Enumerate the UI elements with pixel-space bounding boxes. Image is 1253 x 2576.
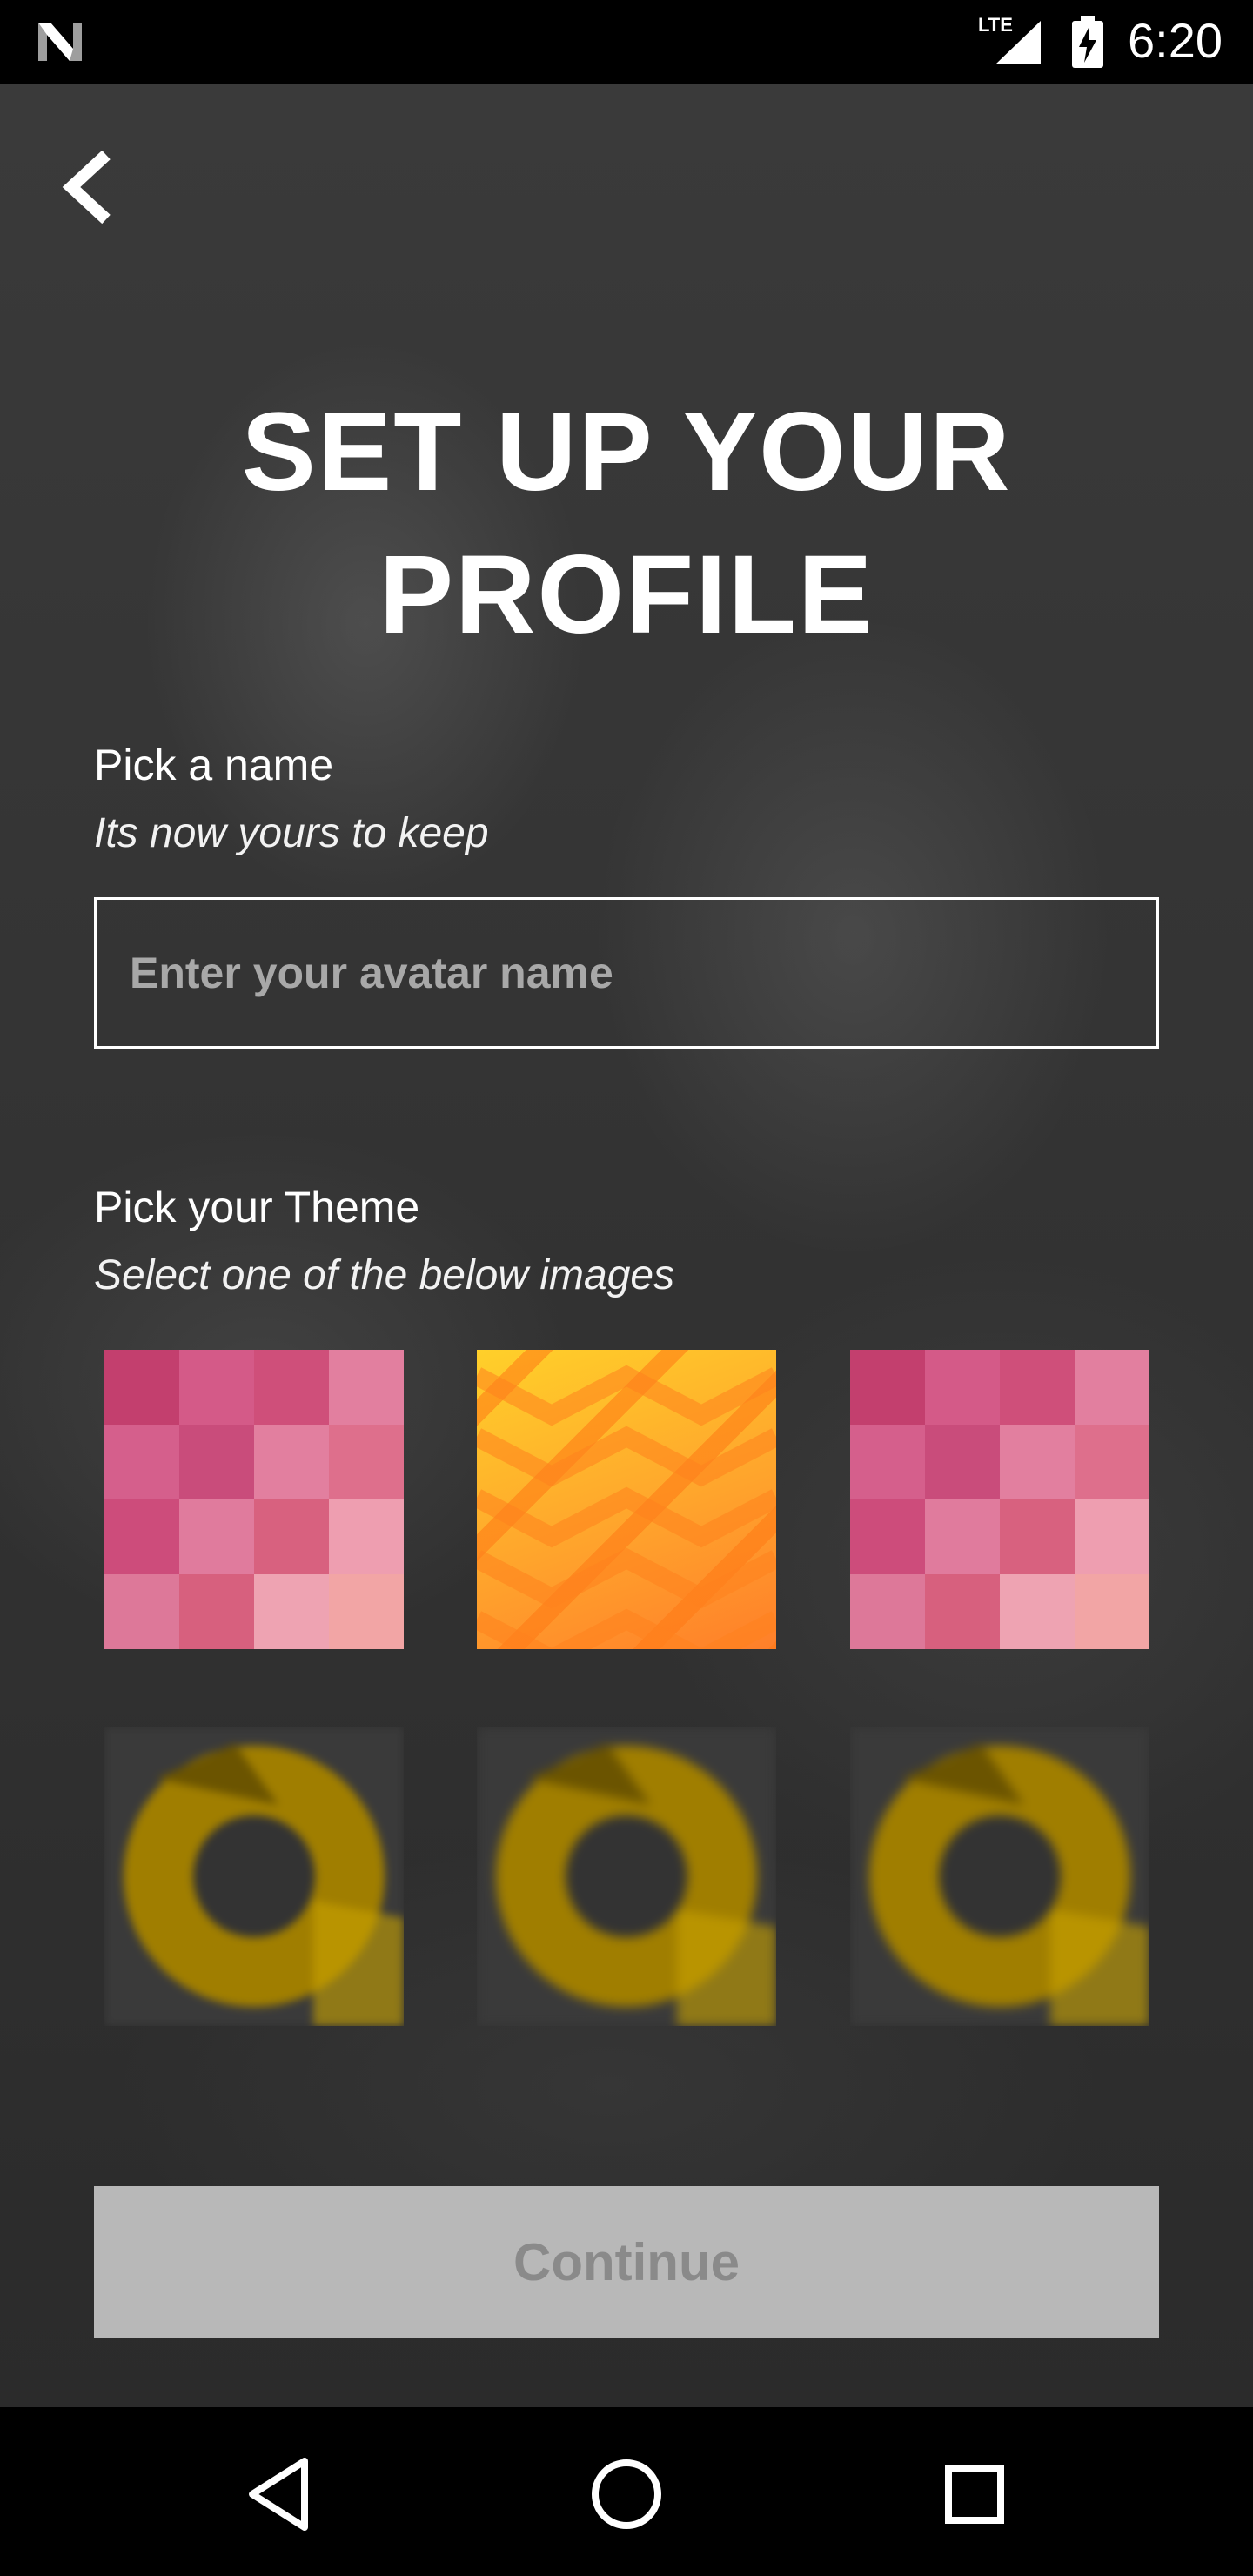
signal-icon: [995, 21, 1041, 64]
theme-tile-pink-1[interactable]: [104, 1350, 404, 1649]
loading-placeholder-icon: [477, 1727, 776, 2026]
name-section-label: Pick a name: [94, 741, 334, 789]
theme-tile-loading-1[interactable]: [104, 1727, 404, 2026]
theme-section-subtitle: Select one of the below images: [94, 1252, 675, 1298]
theme-tile-pink-2[interactable]: [850, 1350, 1149, 1649]
back-button[interactable]: [57, 148, 118, 226]
status-bar: LTE 6:20: [0, 0, 1253, 84]
theme-section-label: Pick your Theme: [94, 1183, 420, 1231]
theme-tile-loading-2[interactable]: [477, 1727, 776, 2026]
loading-placeholder-icon: [104, 1727, 404, 2026]
home-circle-icon[interactable]: [574, 2442, 679, 2546]
clock-time: 6:20: [1128, 13, 1223, 68]
name-section-subtitle: Its now yours to keep: [94, 810, 489, 856]
title-line-2: PROFILE: [379, 533, 874, 657]
navigation-bar: [0, 2407, 1253, 2576]
recents-square-icon[interactable]: [922, 2442, 1027, 2546]
avatar-name-input[interactable]: [94, 897, 1159, 1049]
page-title: SET UP YOUR PROFILE: [0, 381, 1253, 667]
loading-placeholder-icon: [850, 1727, 1149, 2026]
back-triangle-icon[interactable]: [228, 2442, 332, 2546]
theme-tile-loading-3[interactable]: [850, 1727, 1149, 2026]
title-line-1: SET UP YOUR: [241, 390, 1012, 514]
battery-charging-icon: [1072, 16, 1103, 68]
theme-tile-orange-chevron[interactable]: [477, 1350, 776, 1649]
n-logo-icon: [38, 23, 82, 61]
continue-button[interactable]: Continue: [94, 2186, 1159, 2338]
